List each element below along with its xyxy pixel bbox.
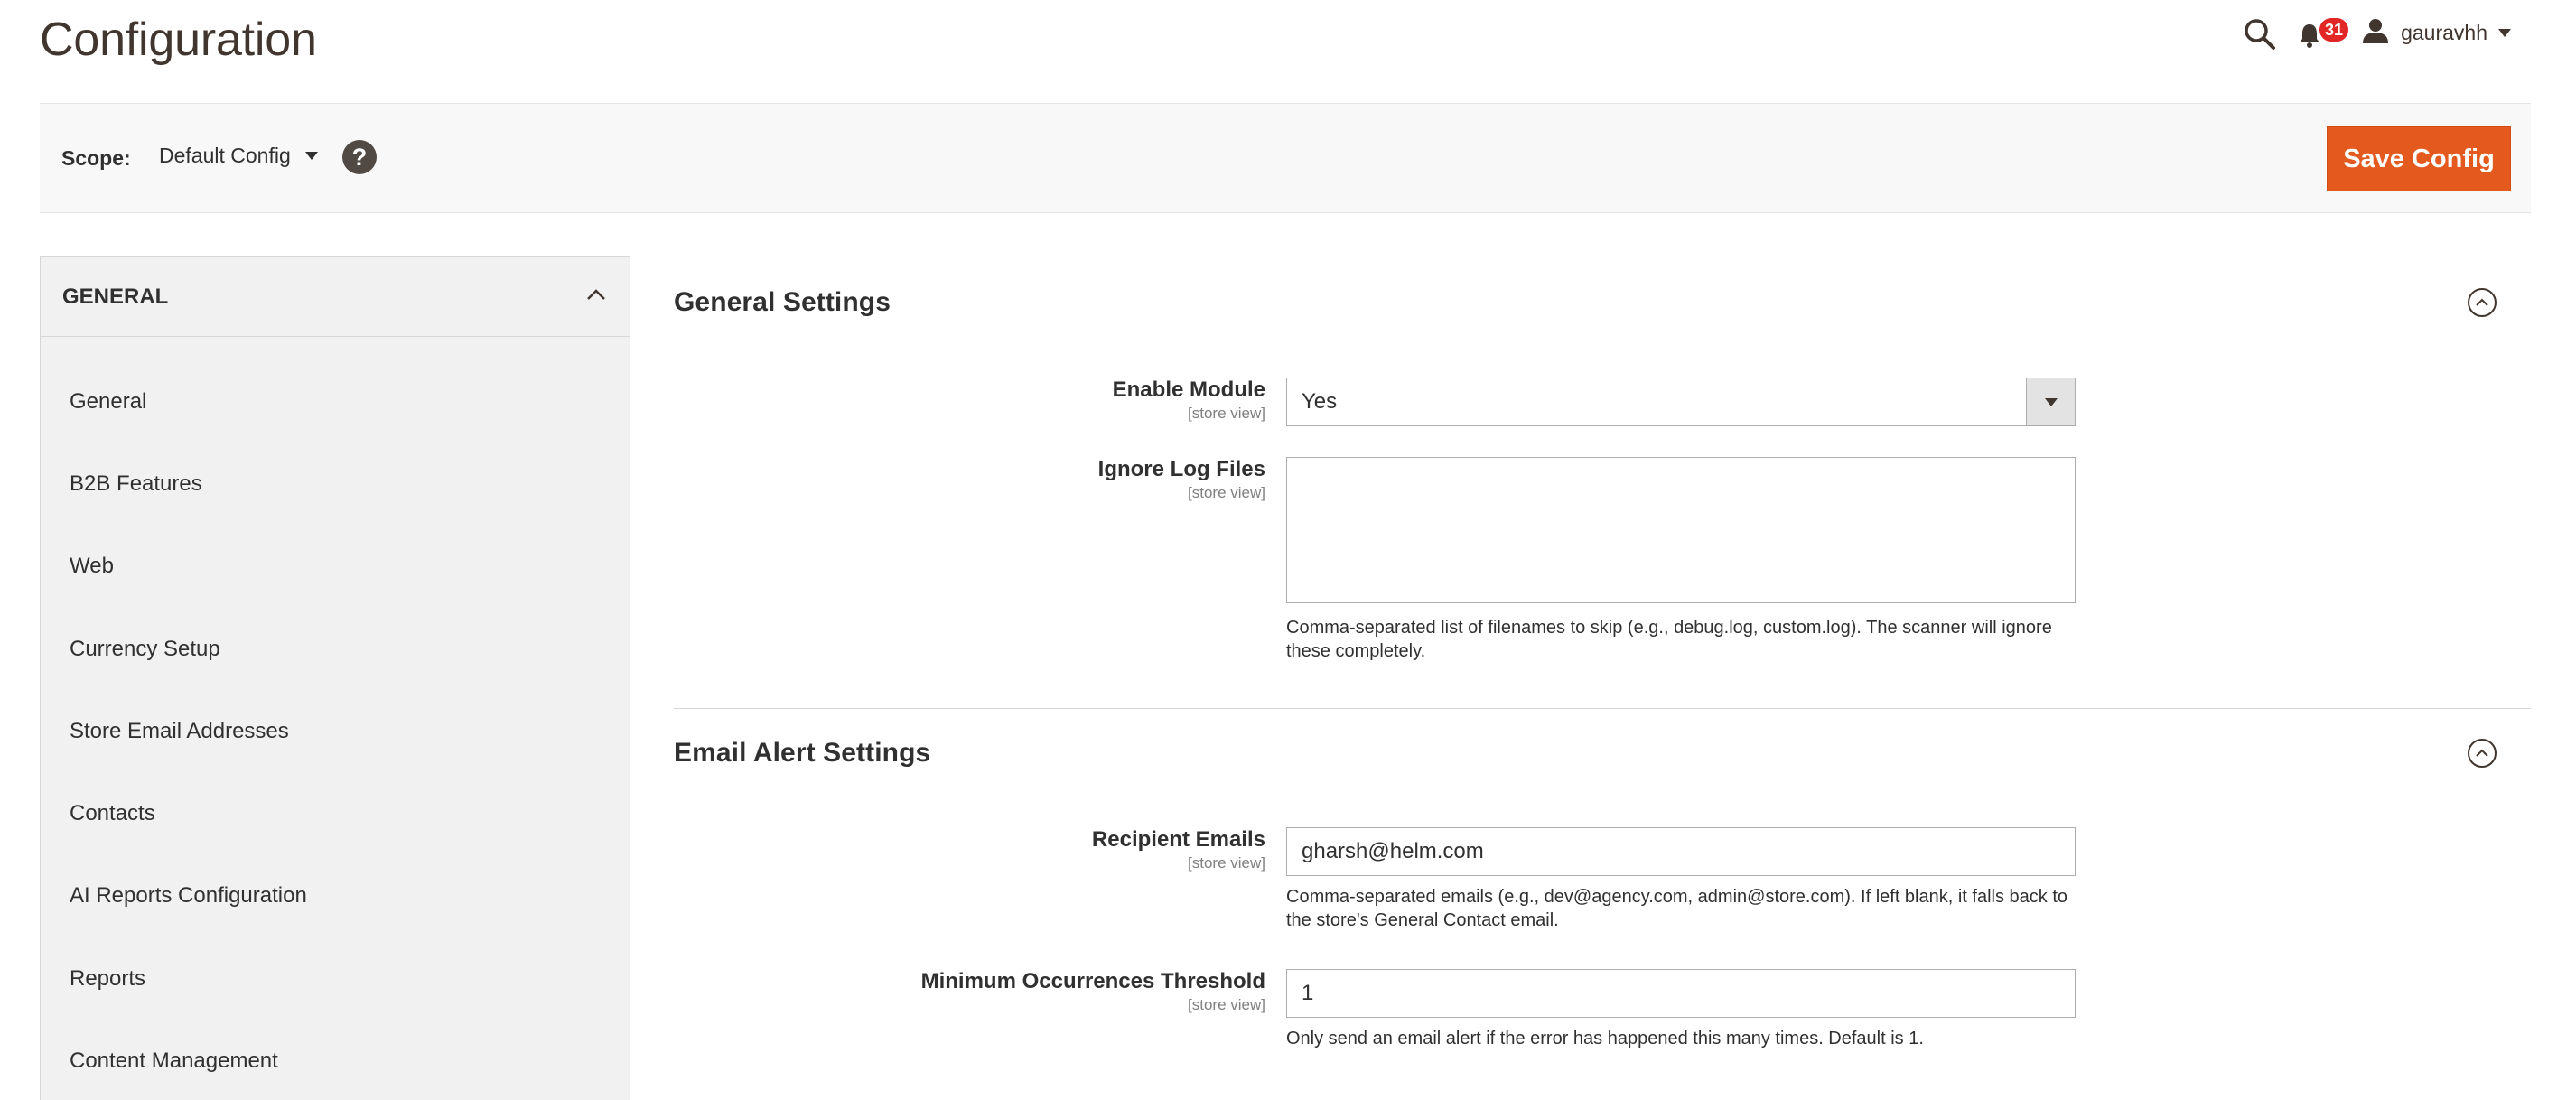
collapse-up-icon[interactable] bbox=[2468, 739, 2497, 768]
field-label: Minimum Occurrences Threshold [store vie… bbox=[674, 969, 1265, 1014]
sidebar-group-title: GENERAL bbox=[62, 284, 169, 309]
select-arrow-icon bbox=[2026, 378, 2075, 425]
section-title: Email Alert Settings bbox=[674, 738, 931, 768]
config-sidebar: GENERAL General B2B Features Web Currenc… bbox=[40, 256, 630, 1100]
page-title: Configuration bbox=[40, 14, 317, 66]
recipient-emails-input[interactable] bbox=[1286, 827, 2076, 876]
enable-module-label: Enable Module bbox=[1112, 378, 1265, 402]
recipient-emails-label: Recipient Emails bbox=[1091, 827, 1265, 852]
chevron-up-icon bbox=[586, 288, 606, 305]
ignore-log-files-label: Ignore Log Files bbox=[1097, 457, 1265, 481]
chevron-down-icon bbox=[2498, 28, 2511, 37]
ignore-log-files-textarea[interactable] bbox=[1286, 457, 2076, 603]
notifications-button[interactable]: 31 bbox=[2296, 16, 2351, 52]
sidebar-item-currency-setup[interactable]: Currency Setup bbox=[41, 608, 630, 690]
enable-module-row: Enable Module [store view] Yes bbox=[674, 378, 2531, 428]
select-value: Yes bbox=[1302, 389, 1338, 414]
scope-hint: [store view] bbox=[1188, 484, 1265, 501]
min-occurrences-label: Minimum Occurrences Threshold bbox=[920, 969, 1265, 993]
field-label: Ignore Log Files [store view] bbox=[674, 457, 1265, 502]
sidebar-item-b2b-features[interactable]: B2B Features bbox=[41, 443, 630, 525]
scope-label: Scope: bbox=[61, 146, 131, 170]
enable-module-select[interactable]: Yes bbox=[1286, 378, 2076, 426]
sidebar-item-reports[interactable]: Reports bbox=[41, 937, 630, 1020]
scope-value: Default Config bbox=[159, 144, 291, 167]
scope-hint: [store view] bbox=[1188, 405, 1265, 422]
scope-bar: Scope: Default Config ? Save Config bbox=[40, 103, 2531, 213]
field-note: Comma-separated list of filenames to ski… bbox=[1286, 618, 2052, 661]
sidebar-item-content-management[interactable]: Content Management bbox=[41, 1020, 630, 1100]
sidebar-item-contacts[interactable]: Contacts bbox=[41, 772, 630, 854]
help-icon[interactable]: ? bbox=[342, 140, 377, 174]
collapse-up-icon[interactable] bbox=[2468, 288, 2497, 317]
username-label: gauravhh bbox=[2401, 20, 2487, 44]
min-occurrences-row: Minimum Occurrences Threshold [store vie… bbox=[674, 969, 2531, 1068]
sidebar-item-store-email-addresses[interactable]: Store Email Addresses bbox=[41, 690, 630, 772]
sidebar-group-general[interactable]: GENERAL bbox=[41, 257, 630, 337]
field-note: Only send an email alert if the error ha… bbox=[1286, 1029, 1924, 1049]
user-icon bbox=[2361, 16, 2390, 50]
scope-hint: [store view] bbox=[1188, 854, 1265, 872]
scope-switcher[interactable]: Default Config bbox=[159, 144, 318, 168]
notification-count-badge: 31 bbox=[2318, 16, 2351, 43]
field-label: Recipient Emails [store view] bbox=[674, 827, 1265, 872]
recipient-emails-row: Recipient Emails [store view] Comma-sepa… bbox=[674, 827, 2531, 936]
save-config-button[interactable]: Save Config bbox=[2327, 126, 2511, 191]
min-occurrences-input[interactable] bbox=[1286, 969, 2076, 1018]
sidebar-list: General B2B Features Web Currency Setup … bbox=[41, 337, 630, 1100]
general-settings-header[interactable]: General Settings bbox=[674, 285, 2531, 322]
section-title: General Settings bbox=[674, 287, 891, 317]
sidebar-item-general[interactable]: General bbox=[41, 360, 630, 443]
field-note: Comma-separated emails (e.g., dev@agency… bbox=[1286, 887, 2068, 930]
sidebar-item-ai-reports-configuration[interactable]: AI Reports Configuration bbox=[41, 855, 630, 937]
sidebar-item-web[interactable]: Web bbox=[41, 526, 630, 608]
search-icon[interactable] bbox=[2242, 16, 2278, 52]
email-alert-settings-header[interactable]: Email Alert Settings bbox=[674, 736, 2531, 772]
field-label: Enable Module [store view] bbox=[674, 378, 1265, 423]
ignore-log-files-row: Ignore Log Files [store view] Comma-sepa… bbox=[674, 457, 2531, 665]
section-divider bbox=[674, 708, 2531, 709]
chevron-down-icon bbox=[304, 152, 318, 160]
user-account-menu[interactable]: gauravhh bbox=[2361, 14, 2511, 51]
scope-hint: [store view] bbox=[1188, 996, 1265, 1013]
